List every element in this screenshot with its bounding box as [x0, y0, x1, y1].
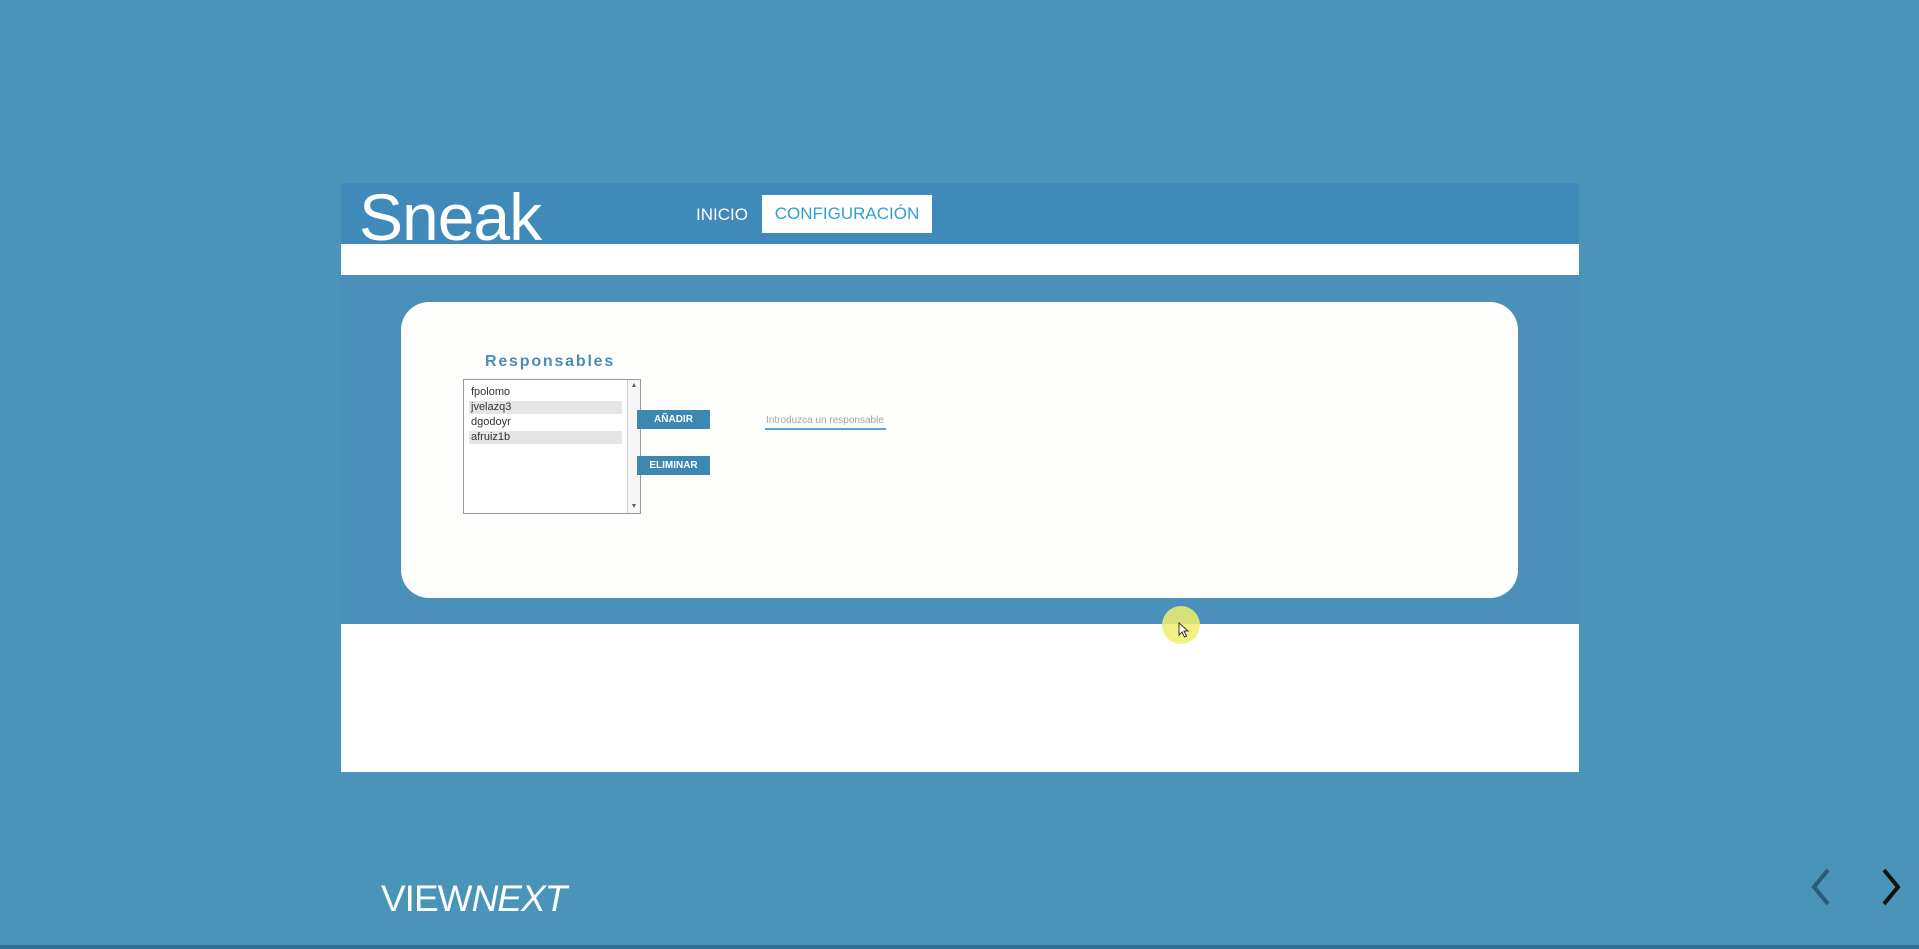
section-title: Responsables [485, 353, 616, 370]
list-item[interactable]: afruiz1b [469, 431, 622, 444]
chevron-left-icon[interactable] [1808, 866, 1834, 908]
mouse-pointer-icon [1178, 622, 1190, 638]
brand-italic: NEXT [471, 878, 568, 919]
list-item[interactable]: jvelazq3 [469, 401, 622, 414]
content-band: Responsables fpolomo jvelazq3 dgodoyr af… [341, 275, 1579, 624]
scroll-up-icon[interactable]: ▲ [628, 380, 640, 392]
nav-configuracion[interactable]: CONFIGURACIÓN [762, 195, 932, 233]
responsables-listbox[interactable]: fpolomo jvelazq3 dgodoyr afruiz1b ▲ ▼ [463, 379, 641, 514]
list-item[interactable]: dgodoyr [469, 416, 622, 429]
slide-stage: Sneak INICIO CONFIGURACIÓN Responsables … [0, 0, 1919, 949]
responsables-card: Responsables fpolomo jvelazq3 dgodoyr af… [401, 302, 1518, 598]
listbox-scrollbar[interactable]: ▲ ▼ [627, 380, 640, 513]
add-button[interactable]: AÑADIR [637, 410, 710, 429]
nav-inicio[interactable]: INICIO [696, 205, 748, 225]
responsable-input[interactable] [765, 412, 886, 430]
bottom-border [0, 945, 1919, 949]
scroll-down-icon[interactable]: ▼ [628, 501, 640, 513]
brand-plain: VIEW [381, 878, 473, 919]
header-divider [341, 244, 1579, 275]
remove-button[interactable]: ELIMINAR [637, 456, 710, 475]
list-item[interactable]: fpolomo [469, 386, 622, 399]
app-window: Sneak INICIO CONFIGURACIÓN Responsables … [341, 180, 1579, 772]
chevron-right-icon[interactable] [1878, 866, 1904, 908]
app-header: Sneak INICIO CONFIGURACIÓN [341, 180, 1579, 254]
brand-logo: VIEWNEXT [381, 878, 568, 920]
